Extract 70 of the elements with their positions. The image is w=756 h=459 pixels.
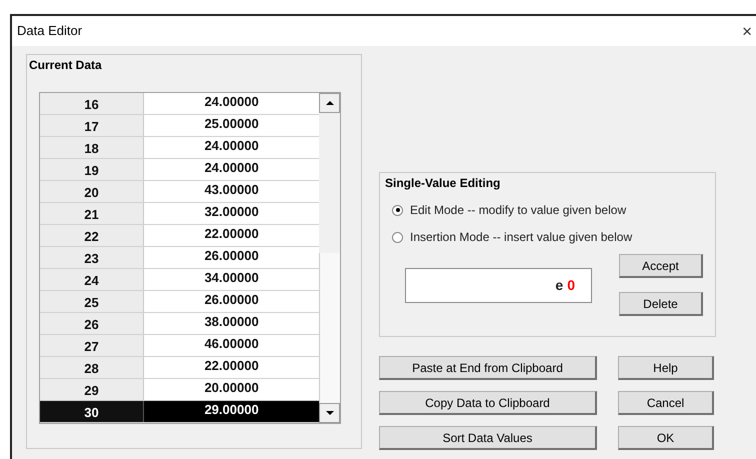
dialog-button[interactable]: Cancel — [618, 391, 714, 415]
row-index: 25 — [40, 291, 144, 312]
delete-button[interactable]: Delete — [619, 292, 703, 316]
row-index: 24 — [40, 269, 144, 290]
scroll-up-button[interactable] — [319, 93, 340, 113]
table-row[interactable]: 16 24.00000 — [40, 93, 320, 115]
close-button[interactable]: × — [742, 22, 752, 40]
row-index: 16 — [40, 93, 144, 114]
row-index: 23 — [40, 247, 144, 268]
action-button[interactable]: Sort Data Values — [379, 426, 597, 450]
row-index: 19 — [40, 159, 144, 180]
accept-button[interactable]: Accept — [619, 254, 703, 278]
row-index: 18 — [40, 137, 144, 158]
group-title: Current Data — [29, 57, 102, 74]
radio-label: Edit Mode -- modify to value given below — [410, 202, 626, 219]
table-cell: 20.00000 — [144, 379, 320, 400]
row-index: 30 — [40, 401, 144, 422]
table-row[interactable]: 22 22.00000 — [40, 225, 320, 247]
table-row[interactable]: 24 34.00000 — [40, 269, 320, 291]
table-cell: 24.00000 — [144, 137, 320, 158]
table-cell: 24.00000 — [144, 159, 320, 180]
radio-label: Insertion Mode -- insert value given below — [410, 229, 632, 246]
table-cell: 22.00000 — [144, 357, 320, 378]
table-row[interactable]: 26 38.00000 — [40, 313, 320, 335]
table-cell: 22.00000 — [144, 225, 320, 246]
table-row[interactable]: 18 24.00000 — [40, 137, 320, 159]
table-row[interactable]: 29 20.00000 — [40, 379, 320, 401]
table-cell: 38.00000 — [144, 313, 320, 334]
table-cell: 26.00000 — [144, 291, 320, 312]
dialog-button[interactable]: OK — [618, 426, 714, 450]
table-row[interactable]: 25 26.00000 — [40, 291, 320, 313]
action-button[interactable]: Paste at End from Clipboard — [379, 356, 597, 380]
scrollbar[interactable] — [319, 93, 340, 423]
table-cell: 24.00000 — [144, 93, 320, 114]
row-index: 20 — [40, 181, 144, 202]
table-row[interactable]: 28 22.00000 — [40, 357, 320, 379]
table-cell: 29.00000 — [144, 401, 320, 422]
table-cell: 43.00000 — [144, 181, 320, 202]
table-row[interactable]: 27 46.00000 — [40, 335, 320, 357]
row-index: 28 — [40, 357, 144, 378]
field-value: 0 — [567, 276, 575, 295]
row-index: 26 — [40, 313, 144, 334]
action-button[interactable]: Copy Data to Clipboard — [379, 391, 597, 415]
table-cell: 34.00000 — [144, 269, 320, 290]
table-row[interactable]: 17 25.00000 — [40, 115, 320, 137]
window-title: Data Editor — [17, 22, 82, 40]
row-index: 27 — [40, 335, 144, 356]
row-index: 21 — [40, 203, 144, 224]
table-cell: 25.00000 — [144, 115, 320, 136]
table-row[interactable]: 20 43.00000 — [40, 181, 320, 203]
scroll-down-button[interactable] — [319, 403, 340, 423]
row-index: 29 — [40, 379, 144, 400]
dialog-button[interactable]: Help — [618, 356, 714, 380]
value-field[interactable]: e 0 — [405, 268, 592, 303]
radio-button[interactable] — [392, 204, 403, 216]
group-title: Single-Value Editing — [385, 175, 500, 192]
table-row[interactable]: 19 24.00000 — [40, 159, 320, 181]
up-arrow-icon — [326, 101, 334, 105]
table-row[interactable]: 21 32.00000 — [40, 203, 320, 225]
row-index: 17 — [40, 115, 144, 136]
table-cell: 26.00000 — [144, 247, 320, 268]
row-index: 22 — [40, 225, 144, 246]
table-cell: 32.00000 — [144, 203, 320, 224]
field-text: e — [555, 276, 564, 295]
scroll-thumb[interactable] — [319, 253, 340, 403]
table-row[interactable]: 23 26.00000 — [40, 247, 320, 269]
radio-button[interactable] — [392, 232, 403, 242]
table-row[interactable]: 30 29.00000 — [40, 401, 320, 423]
down-arrow-icon — [326, 411, 334, 415]
table-cell: 46.00000 — [144, 335, 320, 356]
